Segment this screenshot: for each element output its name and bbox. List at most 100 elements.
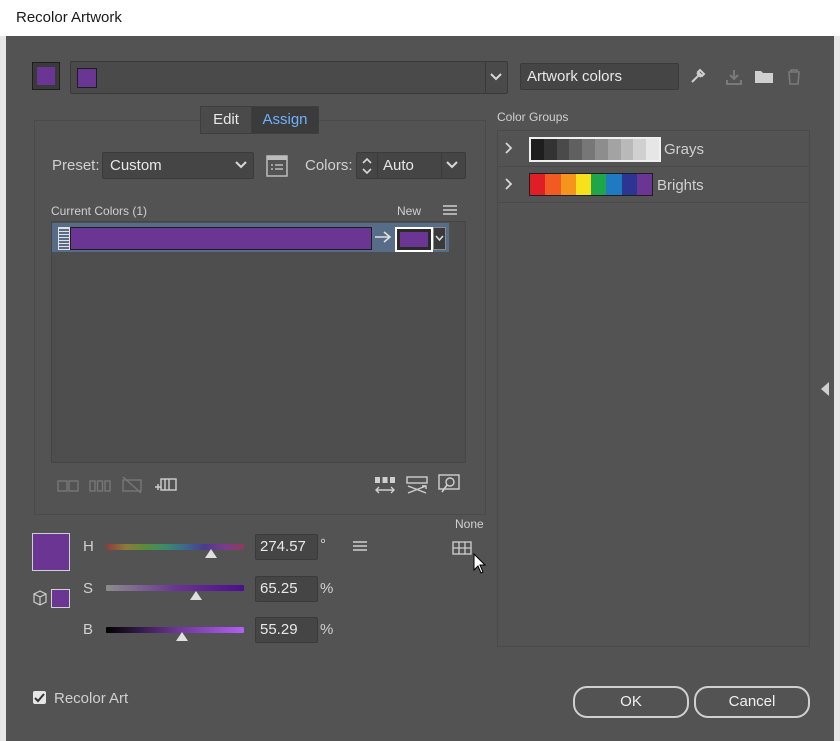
current-colors-label: Current Colors (1) bbox=[51, 204, 148, 218]
preset-dropdown[interactable]: Custom bbox=[102, 152, 254, 179]
color-group-swatch[interactable] bbox=[582, 139, 595, 160]
group-name-grays: Grays bbox=[664, 141, 705, 158]
eyedropper-icon[interactable] bbox=[688, 66, 708, 86]
menu-icon[interactable] bbox=[442, 204, 458, 216]
h-label: H bbox=[83, 538, 94, 555]
color-group-swatch[interactable] bbox=[543, 139, 557, 160]
window-left-border bbox=[0, 36, 6, 741]
collapse-panel-icon[interactable] bbox=[820, 381, 830, 397]
merge-colors-icon[interactable] bbox=[57, 479, 79, 493]
brightness-value-input[interactable]: 55.29 bbox=[255, 617, 318, 643]
hue-slider-thumb[interactable] bbox=[205, 549, 218, 558]
ok-button[interactable]: OK bbox=[573, 686, 689, 718]
find-color-icon[interactable] bbox=[438, 474, 460, 494]
colors-label: Colors: bbox=[305, 157, 353, 174]
brightness-slider[interactable] bbox=[106, 627, 244, 633]
current-color-bar[interactable] bbox=[70, 227, 372, 250]
color-groups-panel bbox=[497, 130, 810, 647]
color-group-swatch[interactable] bbox=[530, 174, 546, 195]
color-group-swatch[interactable] bbox=[607, 139, 621, 160]
color-group-swatch[interactable] bbox=[621, 174, 637, 195]
separate-colors-icon[interactable] bbox=[89, 479, 111, 493]
cube-icon[interactable] bbox=[33, 590, 47, 606]
preset-value: Custom bbox=[110, 157, 162, 174]
harmony-rules-dropdown[interactable] bbox=[70, 61, 508, 94]
saturation-value-input[interactable]: 65.25 bbox=[255, 576, 318, 602]
trash-icon[interactable] bbox=[786, 68, 802, 86]
out-of-gamut-swatch[interactable] bbox=[51, 589, 70, 608]
none-label: None bbox=[455, 517, 484, 531]
new-color-box[interactable] bbox=[395, 227, 433, 252]
brights-swatch-strip[interactable] bbox=[529, 173, 653, 196]
hsb-color-preview bbox=[32, 533, 70, 571]
stepper-arrows-icon[interactable] bbox=[360, 155, 374, 177]
color-group-brights[interactable]: Brights bbox=[498, 167, 808, 203]
new-color-dropdown[interactable] bbox=[433, 227, 446, 250]
tab-edit[interactable]: Edit bbox=[200, 106, 252, 134]
window-title: Recolor Artwork bbox=[16, 9, 122, 26]
color-group-swatch[interactable] bbox=[606, 174, 622, 195]
mouse-cursor-icon bbox=[473, 553, 487, 574]
color-group-swatch[interactable] bbox=[633, 139, 647, 160]
group-name-brights: Brights bbox=[657, 177, 704, 194]
color-group-swatch[interactable] bbox=[646, 139, 659, 160]
colors-stepper[interactable]: Auto bbox=[356, 152, 466, 179]
color-group-swatch[interactable] bbox=[556, 139, 570, 160]
chevron-right-icon[interactable] bbox=[504, 178, 514, 190]
exclude-colors-icon[interactable] bbox=[121, 476, 143, 494]
color-group-swatch[interactable] bbox=[636, 174, 652, 195]
color-group-name-text: Artwork colors bbox=[527, 68, 623, 85]
color-group-swatch[interactable] bbox=[575, 174, 591, 195]
current-colors-list bbox=[51, 221, 466, 463]
hue-slider[interactable] bbox=[106, 544, 244, 550]
chevron-right-icon[interactable] bbox=[504, 142, 514, 154]
color-group-swatch[interactable] bbox=[620, 139, 634, 160]
title-bar: Recolor Artwork bbox=[0, 0, 840, 36]
cancel-button[interactable]: Cancel bbox=[694, 686, 810, 718]
saturation-slider-thumb[interactable] bbox=[190, 591, 203, 600]
preset-label: Preset: bbox=[52, 157, 100, 174]
chevron-down-icon bbox=[446, 161, 458, 169]
hsb-menu-icon[interactable] bbox=[352, 540, 368, 552]
new-label: New bbox=[397, 204, 422, 218]
chevron-down-icon bbox=[435, 235, 444, 242]
color-row[interactable] bbox=[52, 223, 449, 252]
save-changes-icon[interactable] bbox=[725, 68, 743, 86]
active-swatch-button[interactable] bbox=[32, 62, 60, 90]
color-group-swatch[interactable] bbox=[531, 139, 544, 160]
color-group-swatch[interactable] bbox=[594, 139, 608, 160]
color-group-swatch[interactable] bbox=[560, 174, 576, 195]
preset-options-icon[interactable] bbox=[266, 155, 288, 177]
color-group-swatch[interactable] bbox=[545, 174, 561, 195]
harmony-swatch bbox=[77, 68, 97, 88]
brightness-unit: % bbox=[320, 621, 334, 638]
color-group-grays[interactable]: Grays bbox=[498, 131, 808, 167]
recolor-art-checkbox[interactable] bbox=[33, 691, 46, 704]
grays-swatch-strip[interactable] bbox=[529, 137, 661, 162]
new-group-folder-icon[interactable] bbox=[754, 68, 774, 84]
color-group-swatch[interactable] bbox=[569, 139, 583, 160]
saturation-slider[interactable] bbox=[106, 585, 244, 591]
chevron-down-icon bbox=[490, 73, 502, 81]
s-label: S bbox=[83, 580, 94, 597]
window-right-border bbox=[834, 36, 840, 741]
chevron-down-icon bbox=[235, 161, 247, 169]
color-group-swatch[interactable] bbox=[591, 174, 607, 195]
randomly-change-order-icon[interactable] bbox=[374, 475, 396, 495]
randomly-change-saturation-icon[interactable] bbox=[406, 475, 428, 495]
color-group-name-input[interactable]: Artwork colors bbox=[520, 63, 679, 90]
drag-handle-icon[interactable] bbox=[58, 227, 70, 250]
brightness-slider-thumb[interactable] bbox=[176, 632, 189, 641]
saturation-unit: % bbox=[320, 580, 334, 597]
new-row-icon[interactable] bbox=[154, 476, 178, 494]
hue-unit: ° bbox=[320, 536, 326, 553]
tab-assign[interactable]: Assign bbox=[251, 106, 319, 134]
arrow-right-icon[interactable] bbox=[374, 231, 392, 243]
color-library-grid-icon[interactable] bbox=[452, 541, 472, 555]
recolor-art-label: Recolor Art bbox=[54, 690, 129, 707]
new-color-swatch bbox=[400, 232, 428, 247]
active-swatch-color bbox=[37, 67, 55, 85]
checkmark-icon bbox=[34, 693, 45, 703]
color-groups-label: Color Groups bbox=[497, 110, 569, 124]
hue-value-input[interactable]: 274.57 bbox=[255, 534, 318, 560]
